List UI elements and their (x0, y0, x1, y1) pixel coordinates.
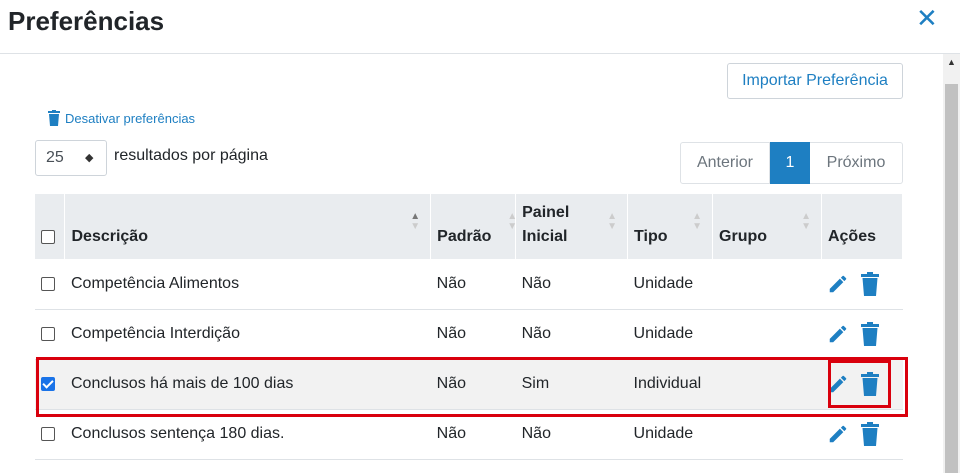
row-checkbox[interactable] (41, 326, 55, 341)
pagination: Anterior 1 Próximo (680, 142, 903, 184)
close-icon[interactable]: ✕ (916, 4, 938, 32)
cell-type: Unidade (627, 409, 713, 460)
cell-group (712, 309, 822, 360)
row-select-cell (35, 309, 65, 360)
cell-type: Individual (627, 359, 713, 410)
cell-actions (821, 309, 903, 360)
sort-icon: ▲ ▼ (607, 211, 618, 232)
table-row[interactable]: Conclusos há mais de 100 dias Não Sim Indiv… (35, 359, 903, 410)
row-checkbox[interactable] (41, 276, 55, 291)
column-header-actions: Ações (821, 194, 904, 259)
cell-actions (821, 359, 903, 410)
select-caret-icon: ◆ (85, 152, 94, 164)
cell-type: Unidade (627, 309, 713, 360)
cell-description: Competência Alimentos (64, 259, 431, 310)
cell-initial-panel: Não (515, 309, 628, 360)
cell-default: Não (430, 259, 516, 310)
pencil-icon[interactable] (827, 273, 849, 295)
table-row[interactable]: Competência Alimentos Não Não Unidade (35, 259, 903, 310)
modal-header: Preferências ✕ (0, 0, 960, 54)
row-select-cell (35, 409, 65, 460)
deactivate-preferences-link[interactable]: Desativar preferências (48, 110, 195, 126)
pagination-previous-button[interactable]: Anterior (680, 142, 770, 184)
pagination-page-1[interactable]: 1 (770, 142, 810, 184)
cell-actions (821, 409, 903, 460)
sort-icon: ▲ ▼ (692, 211, 703, 232)
table-row[interactable]: Competência Interdição Não Não Unidade (35, 309, 903, 360)
preferences-table: Descrição ▲ ▼ Padrão ▲ ▼ Painel Inicial ▲ ▼… (35, 194, 904, 460)
scroll-up-arrow-icon[interactable]: ▲ (943, 54, 960, 71)
sort-icon: ▲ ▼ (801, 211, 811, 232)
cell-group (712, 409, 822, 460)
row-checkbox[interactable] (41, 376, 55, 391)
column-header-type[interactable]: Tipo ▲ ▼ (627, 194, 714, 259)
cell-initial-panel: Sim (515, 359, 628, 410)
scroll-thumb[interactable] (945, 84, 958, 473)
per-page-value: 25 (46, 149, 64, 166)
per-page-label: resultados por página (114, 147, 268, 164)
row-checkbox[interactable] (41, 426, 55, 441)
cell-actions (821, 259, 903, 310)
cell-default: Não (430, 409, 516, 460)
table-header-row: Descrição ▲ ▼ Padrão ▲ ▼ Painel Inicial ▲ ▼… (35, 194, 904, 259)
cell-initial-panel: Não (515, 259, 628, 310)
table-row[interactable]: Conclusos sentença 180 dias. Não Não Unidad… (35, 409, 903, 460)
import-preference-button[interactable]: Importar Preferência (727, 63, 903, 99)
column-header-group[interactable]: Grupo ▲ ▼ (712, 194, 822, 259)
sort-icon: ▲ ▼ (410, 211, 421, 232)
trash-icon[interactable] (861, 422, 880, 446)
row-select-cell (35, 259, 65, 310)
cell-group (712, 359, 822, 410)
deactivate-preferences-label: Desativar preferências (65, 110, 196, 126)
column-header-initial-panel[interactable]: Painel Inicial ▲ ▼ (515, 194, 629, 259)
trash-icon (48, 110, 60, 126)
select-all-checkbox[interactable] (41, 229, 55, 244)
trash-icon[interactable] (861, 322, 880, 346)
cell-description: Conclusos sentença 180 dias. (64, 409, 431, 460)
cell-default: Não (430, 309, 516, 360)
trash-icon[interactable] (861, 271, 880, 296)
column-header-default[interactable]: Padrão ▲ ▼ (430, 194, 517, 259)
pencil-icon[interactable] (827, 423, 849, 445)
cell-group (712, 259, 822, 310)
select-all-header (35, 194, 66, 259)
pencil-icon[interactable] (827, 373, 849, 395)
vertical-scrollbar[interactable]: ▲ (943, 54, 960, 473)
cell-initial-panel: Não (515, 409, 628, 460)
pagination-next-button[interactable]: Próximo (810, 142, 903, 184)
modal-title: Preferências (8, 6, 165, 36)
cell-description: Conclusos há mais de 100 dias (64, 359, 431, 410)
per-page-select[interactable]: 25 ◆ (35, 140, 107, 176)
cell-default: Não (430, 359, 516, 410)
pencil-icon[interactable] (827, 323, 849, 345)
cell-description: Competência Interdição (64, 309, 431, 360)
trash-icon[interactable] (861, 372, 880, 396)
column-header-description[interactable]: Descrição ▲ ▼ (64, 194, 432, 259)
cell-type: Unidade (627, 259, 713, 310)
row-select-cell (35, 359, 65, 410)
